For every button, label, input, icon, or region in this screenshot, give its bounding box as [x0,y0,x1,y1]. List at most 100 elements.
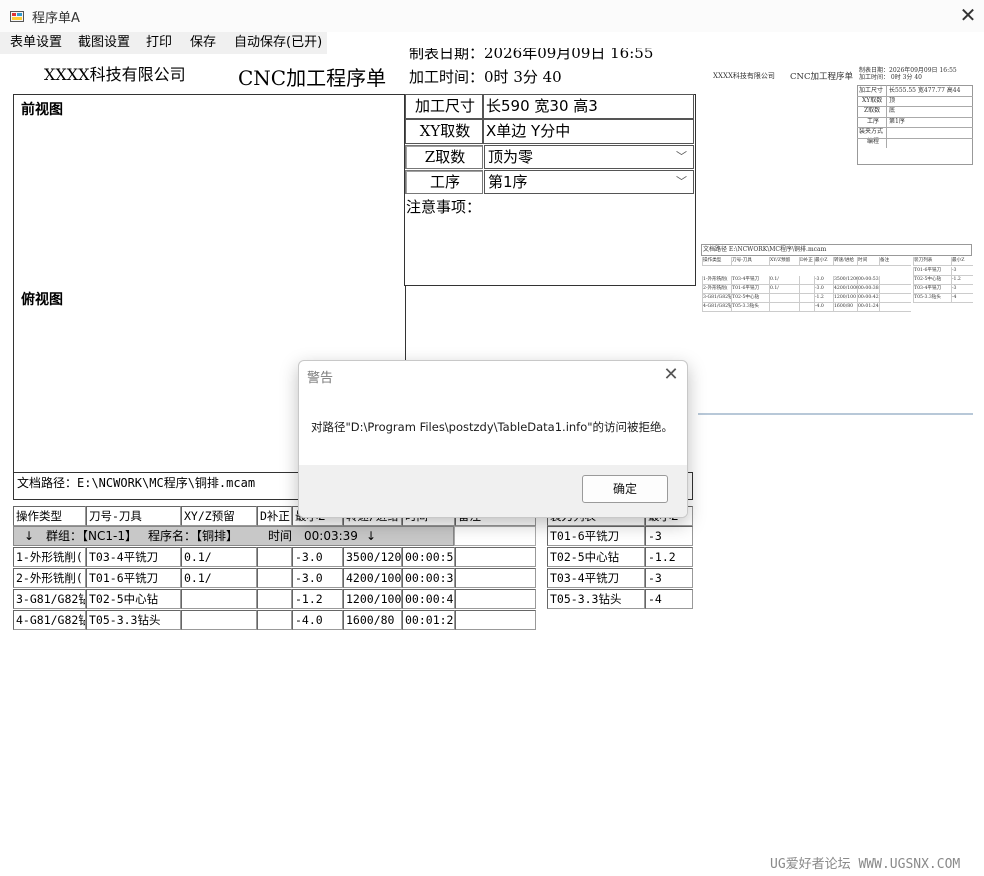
menu-form-settings[interactable]: 表单设置 [10,33,62,53]
preview-table-cell: -3.0 [814,285,833,294]
ops-cell-stock[interactable] [181,610,257,630]
tool-list-cell[interactable]: T03-4平铣刀 [547,568,645,588]
ops-cell-dcomp[interactable] [257,547,292,567]
preview-table-cell: 刀号-刀具 [731,257,769,266]
tool-list-cell[interactable]: T01-6平铣刀 [547,526,645,546]
preview-table-cell: T01-6平铣刀 [731,285,769,294]
preview-table-cell: 3-G81/G82钻 [702,294,731,303]
preview-table-cell: -4.0 [814,303,833,312]
preview-table-cell: 00:00:53 [857,276,879,285]
ops-cell-dcomp[interactable] [257,568,292,588]
op-select-value: 第1序 [488,173,528,191]
preview-gridline [886,85,887,148]
preview-table-cell: 4200/1000 [833,285,857,294]
preview-table-cell: 1200/100 [833,294,857,303]
preview-table-cell: 1600/80 [833,303,857,312]
col-header-tool: 刀号-刀具 [86,506,181,526]
window-close-icon[interactable]: ✕ [958,4,978,26]
menu-save[interactable]: 保存 [190,33,216,53]
ops-cell-min-z[interactable]: -4.0 [292,610,343,630]
ops-cell-speed-feed[interactable]: 3500/1200 [343,547,402,567]
preview-table-cell [769,303,799,312]
ops-cell-stock[interactable]: 0.1/ [181,547,257,567]
preview-table-cell [769,294,799,303]
dialog-close-icon[interactable]: ✕ [661,364,681,386]
menu-autosave[interactable]: 自动保存(已开) [234,33,322,53]
col-header-op-type: 操作类型 [13,506,86,526]
ops-cell-remark[interactable] [455,547,536,567]
menu-screenshot-settings[interactable]: 截图设置 [78,33,130,53]
dialog-title: 警告 [307,371,334,386]
ops-cell-remark[interactable] [455,589,536,609]
ops-cell-time[interactable]: 00:00:42 [402,589,455,609]
preview-gridline [857,137,973,139]
ops-cell-min-z[interactable]: -3.0 [292,547,343,567]
ops-cell-tool[interactable]: T05-3.3钻头 [86,610,181,630]
notes-area[interactable] [404,195,694,284]
company-name: XXXX科技有限公司 [44,65,186,84]
ops-cell-op-type[interactable]: 1-外形铣削( [13,547,86,567]
preview-table-cell: T03-4平铣刀 [731,276,769,285]
op-select[interactable]: 第1序 ﹀ [484,170,694,194]
preview-table-cell: XY/Z预留 [769,257,799,266]
ops-cell-op-type[interactable]: 4-G81/G82钻 [13,610,86,630]
preview-table-cell: -1.2 [814,294,833,303]
tool-min-z-cell[interactable]: -1.2 [645,547,693,567]
ops-cell-stock[interactable]: 0.1/ [181,568,257,588]
chevron-down-icon: ﹀ [676,150,687,163]
ops-cell-op-type[interactable]: 3-G81/G82钻 [13,589,86,609]
preview-table-cell [799,294,814,303]
tool-min-z-cell[interactable]: -4 [645,589,693,609]
chevron-down-icon: ﹀ [676,175,687,188]
preview-table-cell: -3 [951,267,973,276]
preview-gridline [857,116,973,118]
ops-cell-dcomp[interactable] [257,610,292,630]
ops-cell-tool[interactable]: T02-5中心钻 [86,589,181,609]
preview-table-cell: 最小Z [814,257,833,266]
date-label: 制表日期： [409,48,485,62]
ops-cell-remark[interactable] [455,610,536,630]
ops-cell-remark[interactable] [455,568,536,588]
ops-cell-tool[interactable]: T03-4平铣刀 [86,547,181,567]
tool-min-z-cell[interactable]: -3 [645,568,693,588]
group-row[interactable]: ↓ 群组：【NC1-1】 程序名：【铜排】 时间 00:03:39 ↓ [13,526,454,546]
preview-size-label: 加工尺寸 [859,87,884,94]
tool-list-cell[interactable]: T05-3.3钻头 [547,589,645,609]
ops-cell-time[interactable]: 00:00:38 [402,568,455,588]
preview-time: 加工时间： 0时 3分 40 [859,74,922,81]
ops-cell-speed-feed[interactable]: 1600/80 [343,610,402,630]
tool-list-cell[interactable]: T02-5中心钻 [547,547,645,567]
ops-cell-dcomp[interactable] [257,589,292,609]
dialog-ok-button[interactable]: 确定 [582,475,668,503]
ops-cell-tool[interactable]: T01-6平铣刀 [86,568,181,588]
preview-table-cell: 00:01:24 [857,303,879,312]
group-row-end [454,526,536,546]
ops-cell-op-type[interactable]: 2-外形铣削( [13,568,86,588]
preview-path: 文档路径 E:\NCWORK\MC程序\铜排.mcam [703,246,827,253]
ops-cell-time[interactable]: 00:00:53 [402,547,455,567]
preview-size-value: 长555.55 宽477.77 高44 [889,87,961,94]
xy-label: XY取数 [405,119,483,144]
preview-op-value: 第1序 [889,118,905,125]
ops-cell-min-z[interactable]: -3.0 [292,568,343,588]
time-value: 0时 3分 40 [484,68,562,86]
preview-table-cell: 1-外形铣削( [702,276,731,285]
ops-cell-time[interactable]: 00:01:24 [402,610,455,630]
z-select[interactable]: 顶为零 ﹀ [484,145,694,169]
size-value[interactable]: 长590 宽30 高3 [483,94,694,119]
xy-value[interactable]: X单边 Y分中 [483,119,694,144]
ops-cell-speed-feed[interactable]: 1200/100 [343,589,402,609]
ops-cell-min-z[interactable]: -1.2 [292,589,343,609]
preview-xy-value: 顶 [889,97,896,104]
menu-print[interactable]: 打印 [146,33,172,53]
tool-min-z-cell[interactable]: -3 [645,526,693,546]
doc-title: CNC加工程序单 [238,66,387,90]
z-label: Z取数 [405,145,483,169]
ops-cell-stock[interactable] [181,589,257,609]
ops-cell-speed-feed[interactable]: 4200/1000 [343,568,402,588]
preview-table-cell: T02-5中心钻 [731,294,769,303]
preview-table-cell [799,285,814,294]
preview-table-cell: T01-6平铣刀 [913,267,951,276]
preview-xy-label: XY取数 [862,97,883,104]
preview-gridline [857,127,973,128]
